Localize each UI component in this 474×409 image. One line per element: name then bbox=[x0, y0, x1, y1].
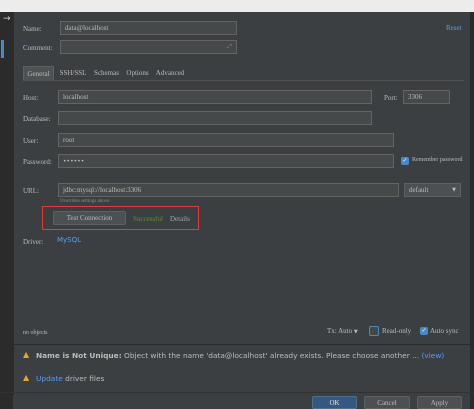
password-field[interactable]: •••••• bbox=[58, 154, 394, 168]
driver-label: Driver: bbox=[23, 238, 44, 246]
port-field[interactable]: 3306 bbox=[403, 90, 450, 104]
test-status: Successful bbox=[133, 215, 163, 223]
warning-title: Name is Not Unique: bbox=[36, 351, 122, 360]
view-link[interactable]: (view) bbox=[422, 351, 445, 360]
expand-icon[interactable]: ⤢ bbox=[227, 43, 232, 51]
read-only-checkbox[interactable] bbox=[369, 326, 379, 336]
panel-divider[interactable] bbox=[13, 12, 14, 395]
password-label: Password: bbox=[23, 158, 52, 166]
driver-link[interactable]: MySQL bbox=[57, 236, 81, 244]
remember-password-checkbox[interactable]: ✓ bbox=[401, 157, 409, 165]
chevron-down-icon: ▼ bbox=[353, 329, 358, 335]
port-label: Port: bbox=[384, 94, 398, 102]
remember-password-label: Remember password bbox=[412, 157, 463, 163]
tx-mode-dropdown[interactable]: Tx: Auto ▼ bbox=[327, 327, 358, 335]
tx-mode-value: Tx: Auto bbox=[327, 327, 353, 335]
apply-button[interactable]: Apply bbox=[417, 396, 462, 409]
selected-data-source-indicator bbox=[1, 40, 4, 58]
port-field-value: 3306 bbox=[408, 93, 422, 101]
database-field[interactable] bbox=[58, 111, 372, 125]
name-field[interactable]: data@localhost bbox=[60, 21, 237, 35]
comment-field[interactable]: ⤢ bbox=[60, 40, 237, 54]
user-field-value: root bbox=[63, 136, 75, 144]
reset-link[interactable]: Reset bbox=[446, 24, 462, 32]
url-label: URL: bbox=[23, 187, 39, 195]
url-field[interactable]: jdbc:mysql://localhost:3306 bbox=[58, 183, 399, 197]
tab-schemas[interactable]: Schemas bbox=[91, 66, 122, 80]
url-hint: Overrides settings above bbox=[60, 199, 110, 204]
tab-divider bbox=[23, 80, 464, 81]
tab-ssh-ssl[interactable]: SSH/SSL bbox=[56, 66, 90, 80]
objects-label: no objects bbox=[23, 330, 48, 336]
host-field-value: localhost bbox=[63, 93, 89, 101]
auto-sync-label: Auto sync bbox=[430, 327, 459, 335]
password-field-value: •••••• bbox=[63, 157, 85, 165]
host-field[interactable]: localhost bbox=[58, 90, 372, 104]
warning-message: Object with the name 'data@localhost' al… bbox=[124, 351, 420, 360]
window-right-edge bbox=[470, 12, 474, 409]
data-sources-panel bbox=[0, 12, 13, 409]
update-driver-warning: Update driver files bbox=[36, 374, 104, 383]
user-field[interactable]: root bbox=[58, 133, 394, 147]
window-title-bar bbox=[0, 0, 474, 12]
user-label: User: bbox=[23, 137, 39, 145]
footer-separator bbox=[0, 392, 474, 393]
name-not-unique-warning: Name is Not Unique: Object with the name… bbox=[36, 351, 466, 360]
test-connection-button[interactable]: Test Connection bbox=[53, 211, 126, 225]
name-label: Name: bbox=[23, 25, 42, 33]
read-only-label: Read-only bbox=[382, 327, 412, 335]
update-driver-text: driver files bbox=[65, 374, 105, 383]
update-driver-link[interactable]: Update bbox=[36, 374, 63, 383]
tab-advanced[interactable]: Advanced bbox=[153, 66, 187, 80]
warning-separator bbox=[14, 344, 470, 345]
chevron-down-icon: ▼ bbox=[452, 187, 456, 193]
tab-options[interactable]: Options bbox=[124, 66, 151, 80]
url-mode-dropdown[interactable]: default ▼ bbox=[404, 183, 461, 197]
cancel-button[interactable]: Cancel bbox=[364, 396, 410, 409]
details-link[interactable]: Details bbox=[170, 215, 190, 223]
comment-label: Comment: bbox=[23, 44, 53, 52]
auto-sync-checkbox[interactable]: ✓ bbox=[420, 327, 428, 335]
url-field-value: jdbc:mysql://localhost:3306 bbox=[63, 186, 142, 194]
name-field-value: data@localhost bbox=[65, 24, 109, 32]
url-mode-value: default bbox=[409, 186, 429, 194]
warning-icon: ▲ bbox=[23, 373, 30, 382]
host-label: Host: bbox=[23, 94, 39, 102]
arrow-right-icon[interactable]: → bbox=[3, 14, 13, 24]
ok-button[interactable]: OK bbox=[312, 396, 357, 409]
warning-icon: ▲ bbox=[23, 350, 30, 359]
tab-general[interactable]: General bbox=[23, 66, 54, 80]
database-label: Database: bbox=[23, 115, 51, 123]
